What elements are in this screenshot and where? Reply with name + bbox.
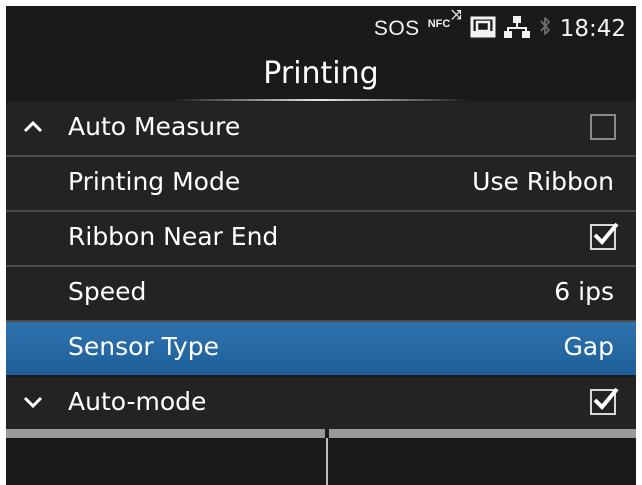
softkey-left-bar <box>6 429 325 438</box>
menu-item-value: 6 ips <box>554 277 614 306</box>
printer-screen: SOS NFC⤨ 18:42 Printing Auto Measure Pri… <box>6 6 636 485</box>
chevron-up-icon <box>22 116 44 138</box>
menu-item-sensor-type[interactable]: Sensor Type Gap <box>6 322 636 377</box>
checkmark-icon <box>593 222 619 245</box>
network-icon <box>503 15 530 44</box>
menu-item-label: Ribbon Near End <box>68 222 279 251</box>
auto-mode-checkbox[interactable] <box>590 387 619 415</box>
sos-indicator: SOS <box>373 17 420 40</box>
menu-item-label: Printing Mode <box>68 167 241 196</box>
nfc-icon: NFC⤨ <box>427 7 462 30</box>
clock: 18:42 <box>559 16 626 42</box>
menu-item-auto-mode[interactable]: Auto-mode <box>6 377 636 430</box>
menu-item-auto-measure[interactable]: Auto Measure <box>6 102 636 157</box>
status-bar: SOS NFC⤨ 18:42 <box>6 6 636 52</box>
menu-item-label: Auto Measure <box>68 112 241 141</box>
menu-item-label: Speed <box>68 277 147 306</box>
title-underline <box>171 99 471 101</box>
softkey-divider-line <box>326 438 328 485</box>
bluetooth-icon <box>538 15 552 44</box>
softkey-right[interactable] <box>329 429 636 485</box>
softkey-left[interactable] <box>6 429 325 485</box>
menu-item-ribbon-near-end[interactable]: Ribbon Near End <box>6 212 636 267</box>
page-title: Printing <box>263 56 379 91</box>
menu-item-label: Sensor Type <box>68 332 220 361</box>
softkey-bar <box>6 429 636 485</box>
nfc-label: NFC <box>427 18 451 30</box>
menu-item-label: Auto-mode <box>68 387 207 416</box>
menu-item-value: Use Ribbon <box>472 167 614 196</box>
menu-item-printing-mode[interactable]: Printing Mode Use Ribbon <box>6 157 636 212</box>
settings-menu: Auto Measure Printing Mode Use Ribbon Ri… <box>6 102 636 430</box>
sd-card-icon <box>470 16 496 43</box>
softkey-right-bar <box>329 429 636 438</box>
checkmark-icon <box>593 387 619 410</box>
chevron-down-icon <box>22 391 44 413</box>
auto-measure-checkbox[interactable] <box>590 114 616 140</box>
page-header: Printing <box>6 52 636 102</box>
menu-item-value: Gap <box>563 332 614 361</box>
menu-item-speed[interactable]: Speed 6 ips <box>6 267 636 322</box>
ribbon-near-end-checkbox[interactable] <box>590 222 619 250</box>
